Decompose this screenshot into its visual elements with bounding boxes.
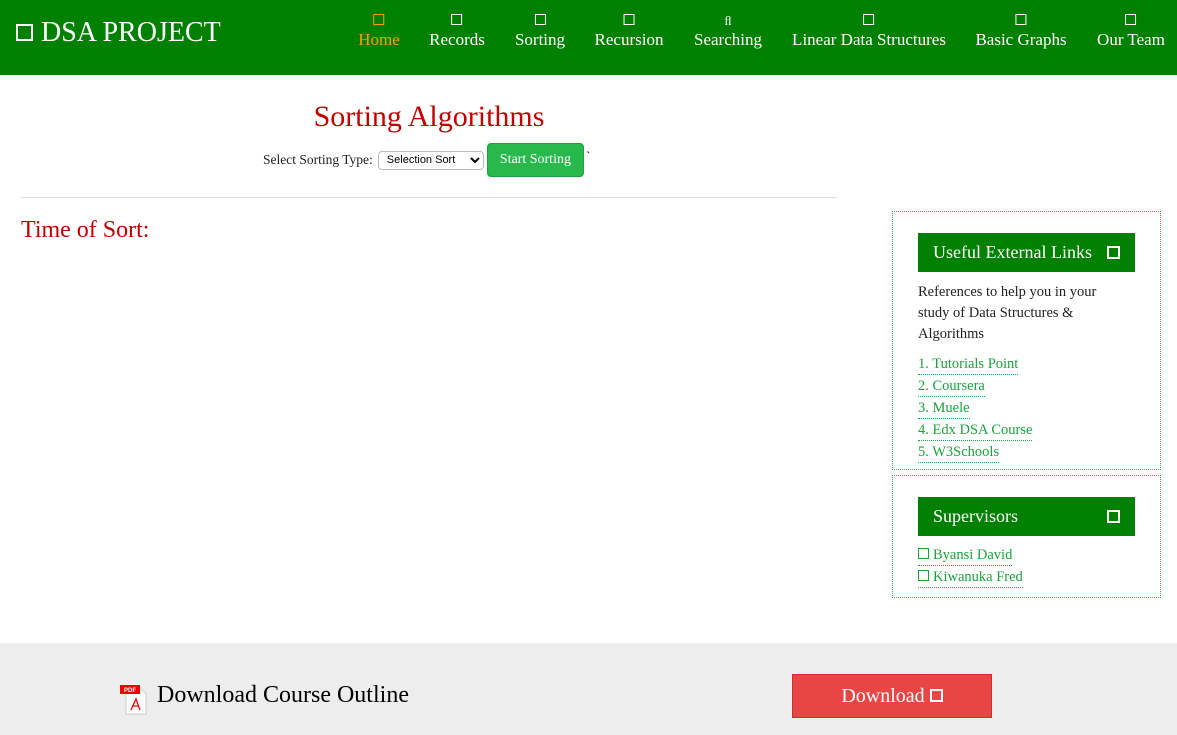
- nav-item-sorting[interactable]: Sorting: [515, 12, 565, 50]
- link-muele[interactable]: 3. Muele: [918, 399, 970, 419]
- square-icon: [792, 12, 946, 30]
- nav-label: Records: [429, 30, 485, 49]
- nav-label: Home: [358, 30, 400, 49]
- nav-item-records[interactable]: Records: [429, 12, 485, 50]
- nav-item-basic-graphs[interactable]: Basic Graphs: [975, 12, 1067, 50]
- square-icon: [16, 24, 33, 41]
- time-of-sort-label: Time of Sort:: [21, 217, 150, 243]
- panel-header: Supervisors: [918, 497, 1135, 536]
- nav-label: Our Team: [1097, 30, 1165, 49]
- nav-item-home[interactable]: Home: [358, 12, 400, 50]
- panel-title: Useful External Links: [933, 242, 1092, 262]
- fl-ligature-icon: ﬂ: [724, 13, 732, 28]
- pdf-icon: PDF: [120, 685, 147, 715]
- square-icon: [1097, 12, 1165, 30]
- supervisor-name: Byansi David: [933, 547, 1013, 563]
- supervisors-panel: Supervisors Byansi David Kiwanuka Fred: [892, 475, 1161, 598]
- brand-text: DSA PROJECT: [41, 17, 221, 48]
- square-icon: [429, 12, 485, 30]
- supervisor-link[interactable]: Byansi David: [918, 546, 1013, 566]
- square-icon: [975, 12, 1066, 30]
- square-icon: [358, 12, 400, 30]
- useful-links-panel: Useful External Links References to help…: [892, 211, 1161, 470]
- supervisor-link[interactable]: Kiwanuka Fred: [918, 568, 1023, 588]
- nav-label: Recursion: [594, 30, 664, 49]
- sort-controls: Select Sorting Type: Selection Sort Star…: [263, 143, 590, 177]
- square-icon: [929, 689, 943, 702]
- sorting-type-select[interactable]: Selection Sort: [377, 150, 484, 170]
- start-sorting-button[interactable]: Start Sorting: [486, 143, 584, 177]
- supervisor-name: Kiwanuka Fred: [933, 569, 1023, 585]
- stray-text: `: [585, 149, 591, 164]
- nav-label: Basic Graphs: [975, 30, 1067, 49]
- select-label: Select Sorting Type:: [263, 152, 373, 167]
- square-icon: [918, 548, 929, 559]
- divider: [21, 197, 837, 198]
- square-icon: [1107, 246, 1120, 259]
- link-edx[interactable]: 4. Edx DSA Course: [918, 421, 1033, 441]
- download-button[interactable]: Download: [792, 674, 992, 718]
- link-w3schools[interactable]: 5. W3Schools: [918, 443, 1000, 463]
- top-navbar: DSA PROJECT Home Records Sorting Recursi…: [0, 0, 1177, 75]
- square-icon: [1107, 510, 1120, 523]
- link-coursera[interactable]: 2. Coursera: [918, 377, 985, 397]
- nav-item-recursion[interactable]: Recursion: [594, 12, 664, 50]
- nav-item-linear-data-structures[interactable]: Linear Data Structures: [792, 12, 946, 50]
- download-label: Download: [841, 685, 925, 707]
- nav-item-searching[interactable]: ﬂ Searching: [694, 12, 762, 50]
- panel-title: Supervisors: [933, 506, 1018, 526]
- panel-description: References to help you in your study of …: [918, 284, 1097, 342]
- link-tutorials-point[interactable]: 1. Tutorials Point: [918, 355, 1019, 375]
- panel-header: Useful External Links: [918, 233, 1135, 272]
- download-outline-text: Download Course Outline: [157, 682, 409, 708]
- square-icon: [595, 12, 664, 30]
- page-title: Sorting Algorithms: [313, 100, 545, 133]
- nav-label: Sorting: [514, 30, 566, 49]
- brand-logo[interactable]: DSA PROJECT: [16, 17, 221, 49]
- square-icon: [918, 570, 929, 581]
- nav-label: Searching: [694, 30, 762, 49]
- square-icon: [515, 12, 565, 30]
- nav-item-our-team[interactable]: Our Team: [1097, 12, 1165, 50]
- nav-label: Linear Data Structures: [792, 30, 946, 49]
- svg-text:PDF: PDF: [124, 688, 136, 694]
